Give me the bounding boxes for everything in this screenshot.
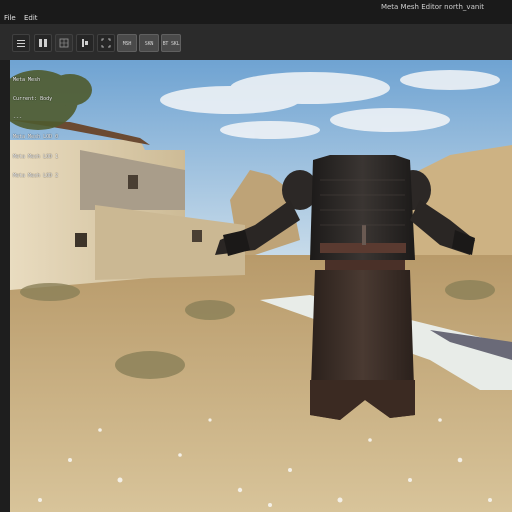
menu-file[interactable]: File — [0, 12, 18, 24]
ground — [10, 255, 512, 512]
split-view-icon — [35, 38, 51, 48]
panel-icon — [77, 38, 93, 48]
overlay-line: Meta Mesh LOD 2 — [13, 172, 59, 179]
expand-icon — [98, 38, 114, 48]
mode-button-2[interactable]: SKN — [139, 34, 159, 52]
overlay-line: --- — [13, 115, 23, 122]
3d-viewport[interactable]: Meta Mesh Current: Body --- Meta Mesh LO… — [10, 60, 512, 512]
split-view-button[interactable] — [34, 34, 52, 52]
list-icon — [13, 38, 29, 48]
overlay-line: Meta Mesh LOD 0 — [13, 134, 59, 141]
overlay-line: Meta Mesh LOD 1 — [13, 153, 59, 160]
left-gutter — [0, 60, 10, 512]
grid-view-button[interactable] — [55, 34, 73, 52]
panel-toggle-button[interactable] — [76, 34, 94, 52]
list-view-button[interactable] — [12, 34, 30, 52]
mode-button-1[interactable]: MSH — [117, 34, 137, 52]
grid-icon — [56, 38, 72, 48]
menu-edit[interactable]: Edit — [20, 12, 40, 24]
toolbar: MSH SKN BT SKL — [0, 24, 512, 61]
mode-button-3[interactable]: BT SKL — [161, 34, 181, 52]
meta-mesh-editor-window: Meta Mesh Editor north_vanit File Edit M… — [0, 0, 512, 512]
fit-view-button[interactable] — [97, 34, 115, 52]
mesh-info-overlay: Meta Mesh Current: Body --- Meta Mesh LO… — [13, 64, 58, 192]
scene-render — [10, 60, 512, 512]
overlay-line: Current: Body — [13, 96, 53, 103]
overlay-line: Meta Mesh — [13, 76, 41, 83]
